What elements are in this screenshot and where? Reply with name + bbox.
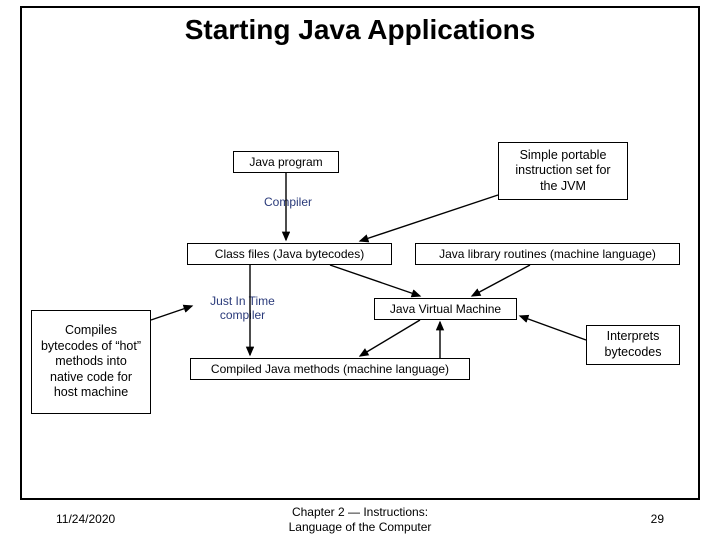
label-jit: Just In Time compiler — [195, 294, 290, 322]
footer-center: Chapter 2 — Instructions:Language of the… — [0, 505, 720, 534]
slide-footer: 11/24/2020 Chapter 2 — Instructions:Lang… — [0, 500, 720, 540]
box-java-program: Java program — [233, 151, 339, 173]
box-jvm: Java Virtual Machine — [374, 298, 517, 320]
callout-jvm-iset: Simple portable instruction set for the … — [498, 142, 628, 200]
label-compiler: Compiler — [253, 195, 323, 209]
page-title: Starting Java Applications — [0, 14, 720, 46]
footer-page: 29 — [651, 512, 664, 526]
box-compiled-methods: Compiled Java methods (machine language) — [190, 358, 470, 380]
callout-jit-desc: Compiles bytecodes of “hot” methods into… — [31, 310, 151, 414]
footer-chapter: Chapter 2 — Instructions:Language of the… — [289, 505, 432, 533]
box-java-library: Java library routines (machine language) — [415, 243, 680, 265]
callout-jvm-desc: Interprets bytecodes — [586, 325, 680, 365]
box-class-files: Class files (Java bytecodes) — [187, 243, 392, 265]
